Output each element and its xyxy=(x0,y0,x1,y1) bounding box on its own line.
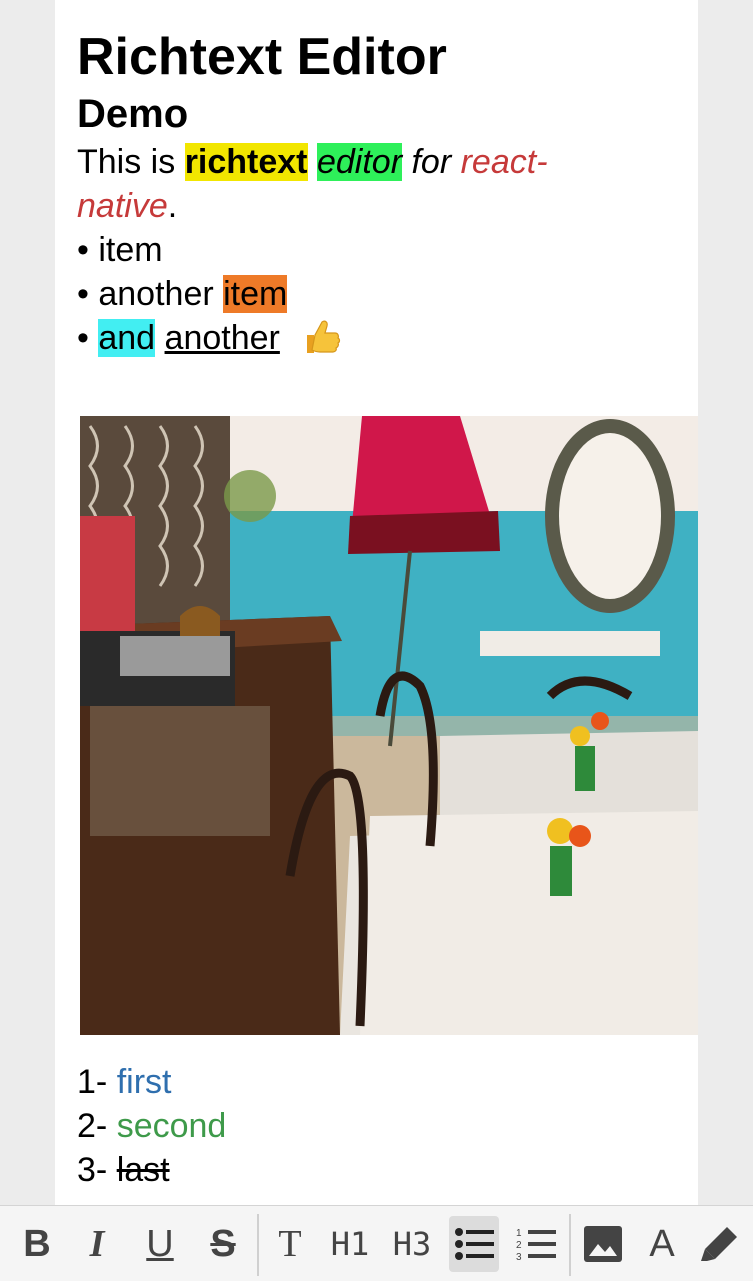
bullet-item-text: item xyxy=(98,231,163,269)
bold-button[interactable]: B xyxy=(12,1216,62,1272)
heading3-button[interactable]: H3 xyxy=(387,1216,437,1272)
list-number: 2- xyxy=(77,1107,108,1145)
intro-text: This is xyxy=(77,143,185,181)
bullet-list: • item • another item • and another xyxy=(77,228,677,360)
last-strike-text: last xyxy=(116,1151,170,1189)
list-item: • another item xyxy=(77,272,677,316)
bullet-marker: • xyxy=(77,319,89,357)
react-red-text: react- xyxy=(460,143,548,181)
formatting-toolbar: B I U S T H1 H3 1 2 3 A xyxy=(0,1205,753,1281)
list-item: 2- second xyxy=(77,1104,226,1148)
editor-highlight: editor xyxy=(316,143,403,181)
underline-icon: U xyxy=(146,1222,174,1265)
highlight-button[interactable] xyxy=(694,1216,744,1272)
list-item: 3- last xyxy=(77,1148,226,1192)
underline-button[interactable]: U xyxy=(135,1216,185,1272)
editor-title: Richtext Editor xyxy=(77,28,447,86)
toolbar-divider xyxy=(569,1214,571,1276)
list-number: 1- xyxy=(77,1063,108,1101)
h3-icon: H3 xyxy=(392,1225,432,1263)
bullet-item-text: another xyxy=(98,275,224,313)
bullet-list-icon xyxy=(455,1228,494,1260)
period: . xyxy=(167,187,178,225)
for-italic: for xyxy=(402,143,461,181)
cafe-photo xyxy=(80,416,698,1035)
editor-subtitle: Demo xyxy=(77,92,189,136)
strikethrough-button[interactable]: S xyxy=(198,1216,248,1272)
another-underlined: another xyxy=(164,319,280,357)
bullet-marker: • xyxy=(77,231,89,269)
font-icon: A xyxy=(649,1222,675,1265)
native-red-text: native xyxy=(77,187,168,225)
numbered-list: 1- first 2- second 3- last xyxy=(77,1060,226,1192)
list-item: 1- first xyxy=(77,1060,226,1104)
item-orange-highlight: item xyxy=(223,275,288,313)
numbered-list-icon: 1 2 3 xyxy=(516,1228,556,1262)
strikethrough-icon: S xyxy=(210,1222,236,1265)
italic-button[interactable]: I xyxy=(72,1216,122,1272)
toolbar-divider xyxy=(257,1214,259,1276)
first-blue-text: first xyxy=(116,1063,172,1101)
editor-content[interactable]: Richtext Editor Demo This is richtext ed… xyxy=(77,26,677,360)
svg-text:2: 2 xyxy=(516,1240,522,1251)
bold-icon: B xyxy=(23,1222,51,1265)
italic-icon: I xyxy=(89,1223,105,1265)
h1-icon: H1 xyxy=(330,1225,370,1263)
bullet-list-button[interactable] xyxy=(449,1216,499,1272)
list-number: 3- xyxy=(77,1151,108,1189)
thumbs-up-icon xyxy=(307,320,341,353)
bullet-marker: • xyxy=(77,275,89,313)
intro-paragraph: This is richtext editor for react- nativ… xyxy=(77,140,677,228)
second-green-text: second xyxy=(116,1107,227,1145)
font-color-button[interactable]: A xyxy=(637,1216,687,1272)
cafe-photo-image xyxy=(80,416,698,1035)
list-item: • item xyxy=(77,228,677,272)
highlighter-icon xyxy=(701,1227,737,1261)
svg-text:3: 3 xyxy=(516,1252,522,1262)
text-style-button[interactable]: T xyxy=(265,1216,315,1272)
numbered-list-button[interactable]: 1 2 3 xyxy=(511,1216,561,1272)
svg-text:1: 1 xyxy=(516,1228,522,1239)
insert-image-button[interactable] xyxy=(578,1216,628,1272)
richtext-highlight: richtext xyxy=(184,143,308,181)
image-icon xyxy=(584,1226,622,1262)
text-icon: T xyxy=(278,1223,302,1265)
list-item: • and another xyxy=(77,316,677,360)
and-cyan-highlight: and xyxy=(98,319,156,357)
heading1-button[interactable]: H1 xyxy=(325,1216,375,1272)
